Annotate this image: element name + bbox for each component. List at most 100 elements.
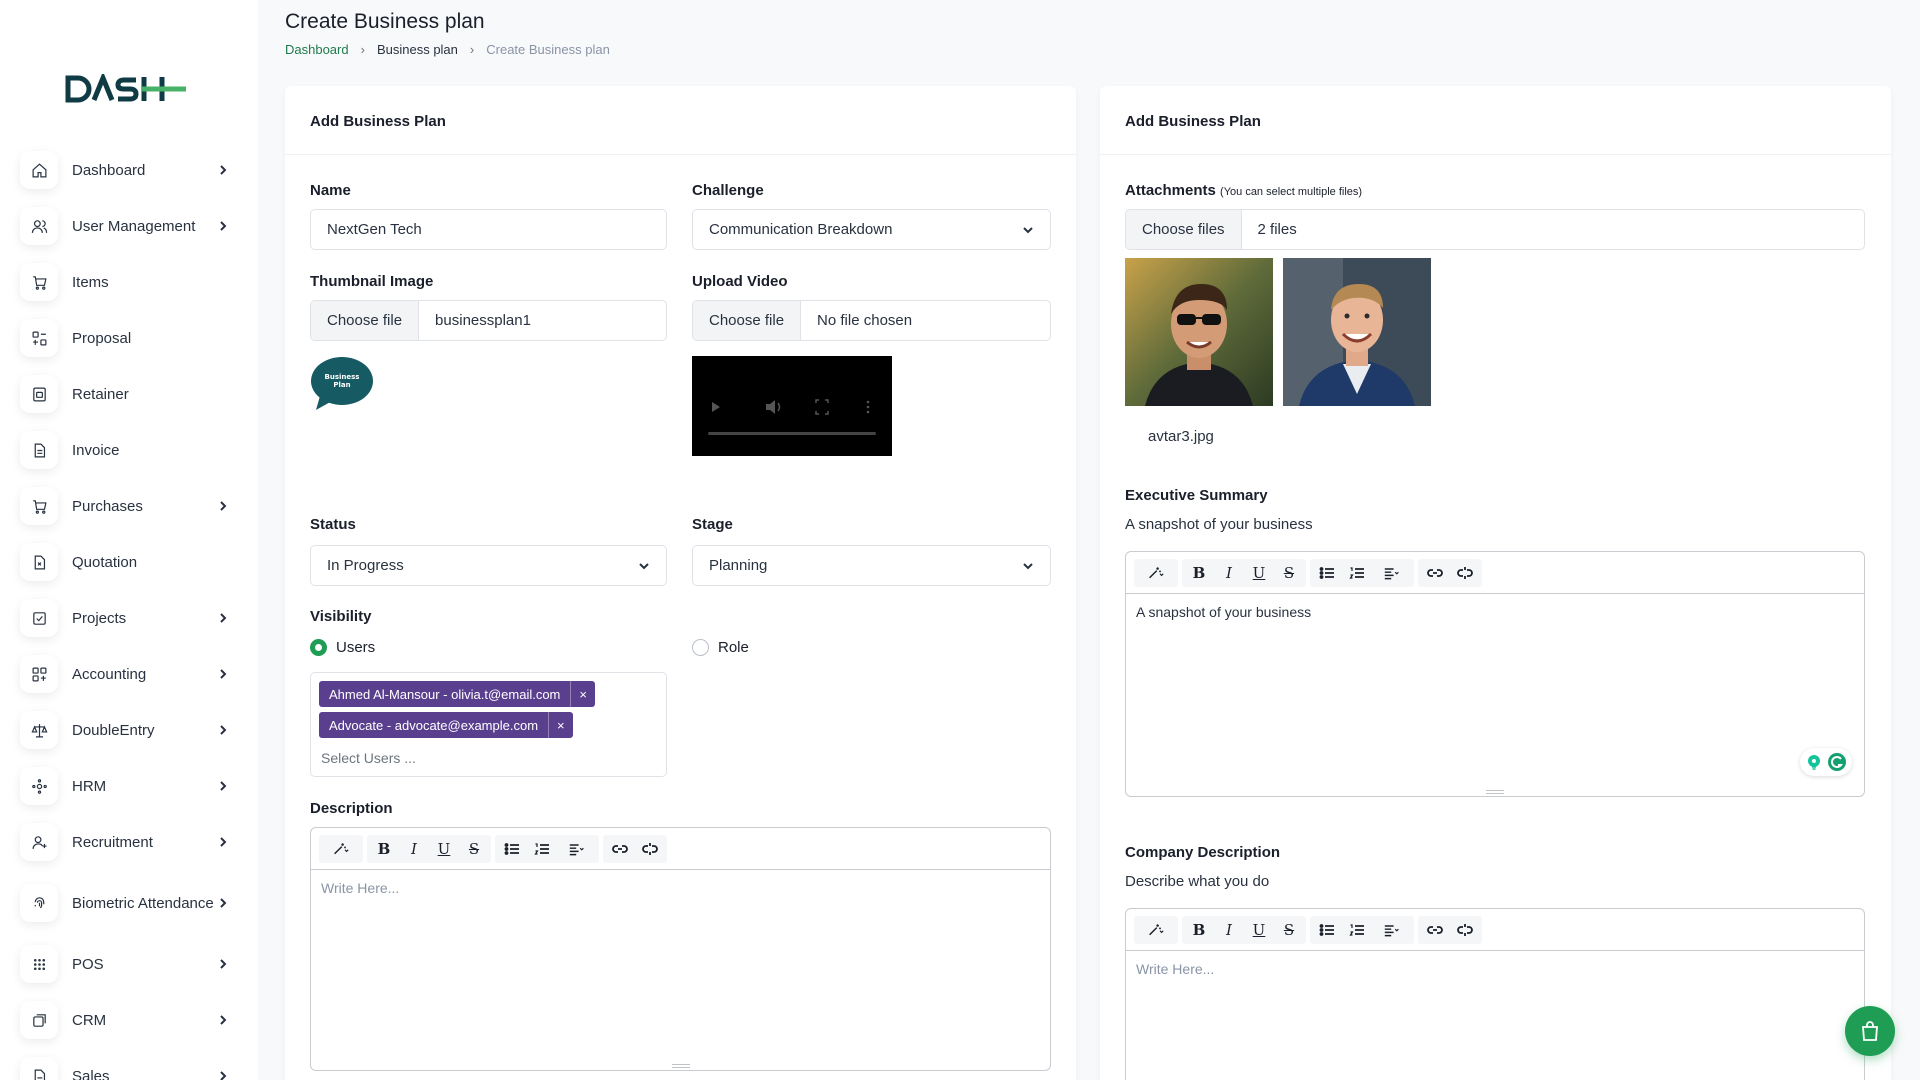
chevron-right-icon: [216, 959, 230, 969]
toolbar-style-group: [319, 834, 363, 863]
link-icon[interactable]: [605, 835, 635, 863]
italic-icon[interactable]: I: [1214, 559, 1244, 587]
sidebar-item-quotation[interactable]: Quotation: [20, 542, 238, 582]
business-plan-logo: Business Plan: [311, 357, 373, 410]
bold-icon[interactable]: B: [369, 835, 399, 863]
grammarly-widget[interactable]: [1800, 748, 1852, 776]
name-input[interactable]: NextGen Tech: [310, 209, 667, 250]
visibility-role-radio[interactable]: Role: [692, 639, 749, 656]
sidebar-item-retainer[interactable]: Retainer: [20, 374, 238, 414]
sidebar-item-doubleentry[interactable]: DoubleEntry: [20, 710, 238, 750]
thumbnail-choose-file-button[interactable]: Choose file: [311, 301, 420, 340]
sidebar-item-pos[interactable]: POS: [20, 944, 238, 984]
magic-wand-icon[interactable]: [1136, 916, 1176, 944]
thumbnail-file-input[interactable]: Choose file businessplan1: [310, 300, 667, 341]
executive-summary-textarea[interactable]: A snapshot of your business: [1126, 594, 1864, 630]
sidebar-item-biometric-attendance[interactable]: Biometric Attendance: [20, 878, 238, 928]
attachments-file-input[interactable]: Choose files 2 files: [1125, 209, 1865, 250]
dash-logo[interactable]: [64, 72, 188, 106]
stage-select[interactable]: Planning: [692, 545, 1051, 586]
strikethrough-icon[interactable]: S: [459, 835, 489, 863]
chevron-right-icon: [216, 165, 230, 175]
underline-icon[interactable]: U: [429, 835, 459, 863]
sidebar-item-proposal[interactable]: Proposal: [20, 318, 238, 358]
strikethrough-icon[interactable]: S: [1274, 916, 1304, 944]
users-search-input[interactable]: Select Users ...: [321, 750, 416, 766]
magic-wand-icon[interactable]: [1136, 559, 1176, 587]
bold-icon[interactable]: B: [1184, 916, 1214, 944]
attachments-count: 2 files: [1257, 221, 1297, 238]
challenge-select[interactable]: Communication Breakdown: [692, 209, 1051, 250]
resize-handle[interactable]: [671, 1064, 690, 1068]
italic-icon[interactable]: I: [399, 835, 429, 863]
breadcrumb-current: Create Business plan: [486, 42, 610, 57]
unlink-icon[interactable]: [1450, 559, 1480, 587]
resize-handle[interactable]: [1486, 790, 1504, 794]
breadcrumb-dashboard[interactable]: Dashboard: [285, 42, 349, 57]
sidebar-item-crm[interactable]: CRM: [20, 1000, 238, 1040]
grammarly-icon: [1828, 753, 1846, 771]
cart-fab-button[interactable]: [1845, 1006, 1895, 1056]
sidebar-item-hrm[interactable]: HRM: [20, 766, 238, 806]
video-player[interactable]: [692, 356, 892, 456]
sidebar-item-dashboard[interactable]: Dashboard: [20, 150, 238, 190]
sidebar-item-user-management[interactable]: User Management: [20, 206, 238, 246]
sidebar-item-invoice[interactable]: Invoice: [20, 430, 238, 470]
bullet-list-icon[interactable]: [1312, 916, 1342, 944]
align-icon[interactable]: [557, 835, 597, 863]
align-icon[interactable]: [1372, 916, 1412, 944]
description-textarea[interactable]: Write Here...: [311, 870, 1050, 906]
magic-wand-icon[interactable]: [321, 835, 361, 863]
users-multiselect[interactable]: Ahmed Al-Mansour - olivia.t@email.com × …: [310, 672, 667, 777]
visibility-users-radio[interactable]: Users: [310, 639, 375, 656]
chevron-right-icon: [216, 221, 230, 231]
align-icon[interactable]: [1372, 559, 1412, 587]
close-icon[interactable]: ×: [570, 681, 595, 707]
attachments-choose-files-button[interactable]: Choose files: [1126, 210, 1242, 249]
strikethrough-icon[interactable]: S: [1274, 559, 1304, 587]
bullet-list-icon[interactable]: [497, 835, 527, 863]
sidebar-item-recruitment[interactable]: Recruitment: [20, 822, 238, 862]
status-select[interactable]: In Progress: [310, 545, 667, 586]
company-description-editor[interactable]: B I U S Write Here...: [1125, 908, 1865, 1080]
attachment-image-avatar: [1125, 258, 1273, 406]
stage-value: Planning: [709, 557, 768, 574]
numbered-list-icon[interactable]: [527, 835, 557, 863]
sidebar-item-items[interactable]: Items: [20, 262, 238, 302]
unlink-icon[interactable]: [1450, 916, 1480, 944]
home-icon: [20, 151, 58, 189]
executive-summary-editor[interactable]: B I U S A snapshot of your business: [1125, 551, 1865, 797]
numbered-list-icon[interactable]: [1342, 916, 1372, 944]
numbered-list-icon[interactable]: [1342, 559, 1372, 587]
sidebar-item-accounting[interactable]: Accounting: [20, 654, 238, 694]
bold-icon[interactable]: B: [1184, 559, 1214, 587]
bullet-list-icon[interactable]: [1312, 559, 1342, 587]
name-value: NextGen Tech: [327, 221, 422, 238]
link-icon[interactable]: [1420, 559, 1450, 587]
executive-summary-label: Executive Summary: [1125, 487, 1268, 504]
visibility-role-label: Role: [718, 639, 749, 656]
sidebar-item-sales[interactable]: Sales: [20, 1056, 238, 1080]
breadcrumb-business-plan[interactable]: Business plan: [377, 42, 458, 57]
video-choose-file-button[interactable]: Choose file: [693, 301, 802, 340]
unlink-icon[interactable]: [635, 835, 665, 863]
sidebar-item-label: Invoice: [72, 441, 120, 459]
sidebar-item-projects[interactable]: Projects: [20, 598, 238, 638]
underline-icon[interactable]: U: [1244, 916, 1274, 944]
description-editor[interactable]: B I U S Write Here...: [310, 827, 1051, 1071]
underline-icon[interactable]: U: [1244, 559, 1274, 587]
italic-icon[interactable]: I: [1214, 916, 1244, 944]
link-icon[interactable]: [1420, 916, 1450, 944]
user-tag: Ahmed Al-Mansour - olivia.t@email.com ×: [319, 681, 595, 707]
crm-icon: [20, 1001, 58, 1039]
chevron-down-icon: [1023, 226, 1033, 233]
sidebar-item-label: Dashboard: [72, 161, 146, 179]
video-file-input[interactable]: Choose file No file chosen: [692, 300, 1051, 341]
company-description-textarea[interactable]: Write Here...: [1126, 951, 1864, 987]
chevron-right-icon: [216, 781, 230, 791]
close-icon[interactable]: ×: [548, 712, 573, 738]
avatar-photo: [1125, 258, 1273, 406]
video-controls: [692, 356, 892, 456]
sidebar-item-purchases[interactable]: Purchases: [20, 486, 238, 526]
toolbar-format-group: B I U S: [1182, 915, 1306, 944]
